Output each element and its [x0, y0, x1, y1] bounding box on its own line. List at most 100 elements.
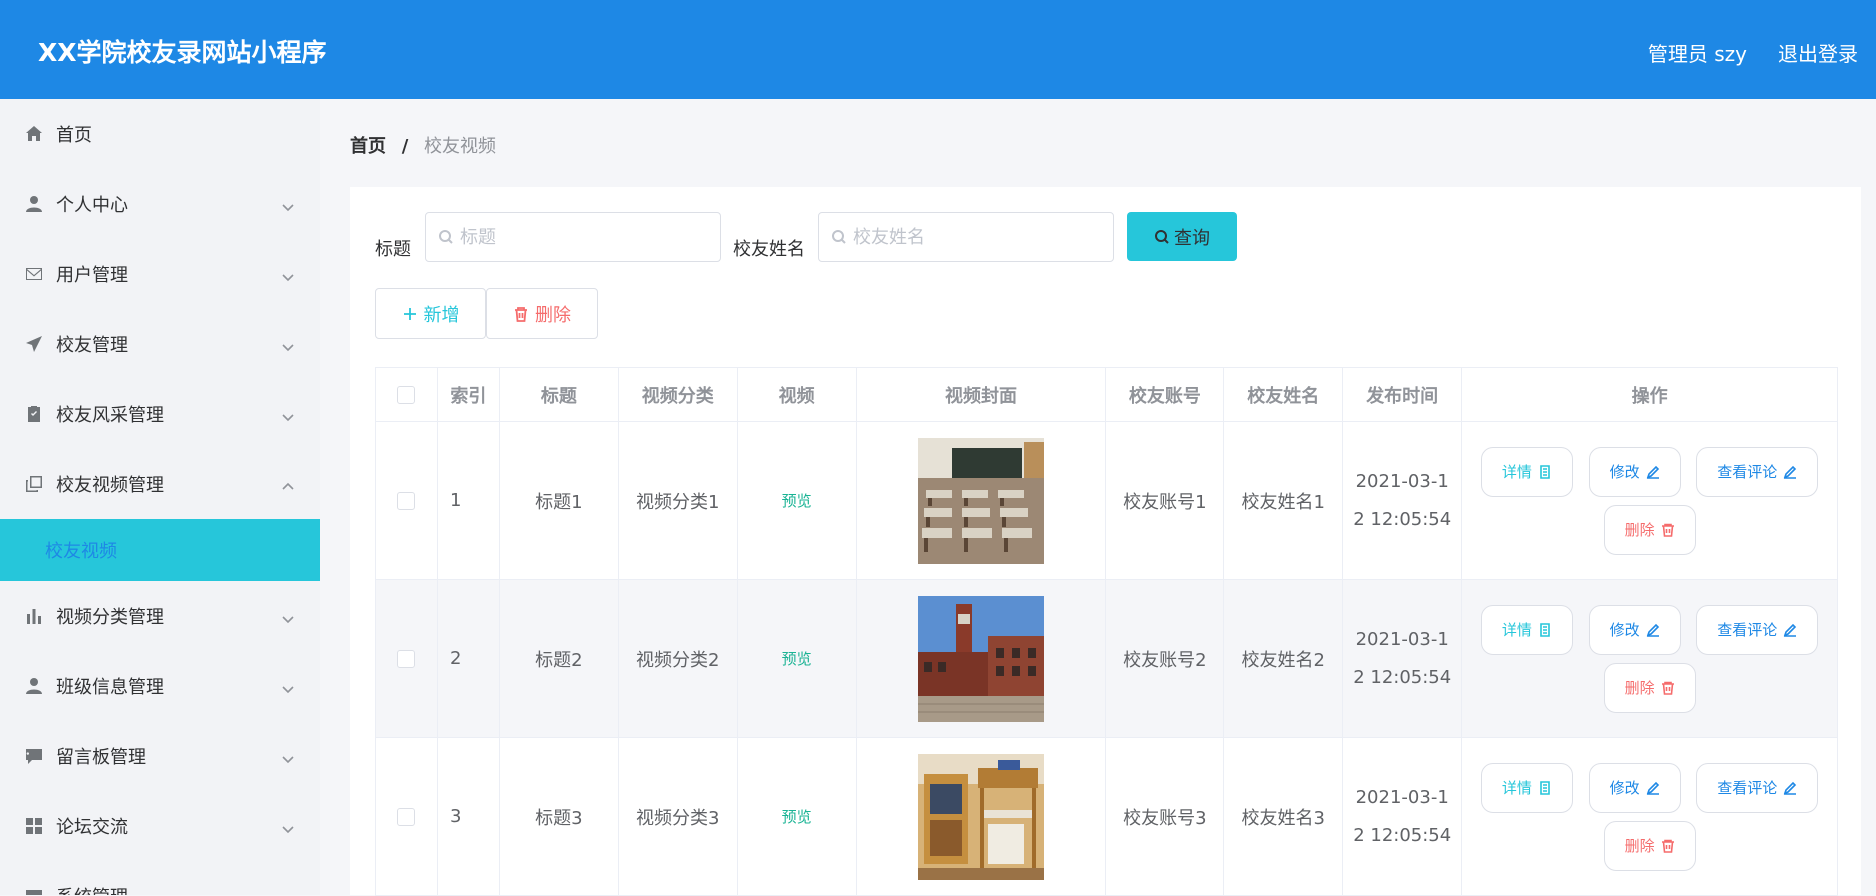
detail-button[interactable]: 详情	[1480, 762, 1573, 813]
delete-row-button[interactable]: 删除	[1603, 820, 1696, 871]
sidebar-item-personal-center[interactable]: 个人中心	[0, 169, 320, 239]
row-publish-time: 2021-03-1 2 12:05:54	[1342, 421, 1463, 580]
view-comments-button[interactable]: 查看评论	[1696, 446, 1819, 497]
settings-icon	[24, 886, 44, 895]
name-search-input[interactable]	[853, 226, 1053, 248]
column-header: 发布时间	[1342, 367, 1463, 422]
pencil-icon	[1784, 781, 1797, 795]
row-publish-time: 2021-03-1 2 12:05:54	[1342, 737, 1463, 896]
row-index: 3	[436, 737, 500, 896]
sidebar-item-label: 校友风采管理	[56, 405, 164, 426]
sidebar-subitem-alumni-video[interactable]: 校友视频	[0, 519, 320, 581]
search-icon	[832, 230, 846, 244]
sidebar-item-label: 个人中心	[56, 195, 128, 216]
row-actions: 详情 修改 查看评论 删除	[1461, 421, 1838, 580]
user-icon	[24, 194, 44, 214]
breadcrumb-home[interactable]: 首页	[350, 136, 386, 157]
sidebar-item-label: 视频分类管理	[56, 607, 164, 628]
cover-image-dormitory	[918, 753, 1044, 880]
row-cover-cell	[855, 579, 1107, 738]
logout-link[interactable]: 退出登录	[1778, 38, 1858, 67]
sidebar-item-alumni-video-management[interactable]: 校友视频管理	[0, 449, 320, 519]
delete-row-label: 删除	[1624, 521, 1655, 539]
row-account: 校友账号3	[1105, 737, 1225, 896]
video-preview-link[interactable]: 预览	[782, 492, 812, 510]
trash-icon	[1661, 681, 1674, 695]
title-search-box	[425, 212, 721, 262]
cover-image-campus-building	[918, 595, 1044, 722]
edit-button[interactable]: 修改	[1588, 762, 1681, 813]
delete-row-label: 删除	[1624, 679, 1655, 697]
sidebar-item-message-board-management[interactable]: 留言板管理	[0, 721, 320, 791]
select-all-checkbox[interactable]	[397, 386, 416, 404]
row-select-cell	[375, 737, 438, 896]
chevron-down-icon	[282, 267, 294, 282]
delete-row-button[interactable]: 删除	[1603, 662, 1696, 713]
add-button[interactable]: 新增	[375, 288, 486, 339]
sidebar-item-label: 论坛交流	[56, 817, 128, 838]
row-video-cell: 预览	[736, 579, 857, 738]
view-comments-button[interactable]: 查看评论	[1696, 604, 1819, 655]
edit-button[interactable]: 修改	[1588, 604, 1681, 655]
edit-label: 修改	[1609, 779, 1640, 797]
breadcrumb-separator: /	[401, 136, 409, 157]
name-search-box	[818, 212, 1114, 262]
row-select-cell	[375, 421, 438, 580]
publish-time-line: 2 12:05:54	[1353, 824, 1452, 846]
view-comments-button[interactable]: 查看评论	[1696, 762, 1819, 813]
sidebar-item-system-management[interactable]: 系统管理	[0, 861, 320, 895]
row-name: 校友姓名3	[1223, 737, 1344, 896]
query-button-label: 查询	[1174, 227, 1210, 249]
sidebar-item-video-category-management[interactable]: 视频分类管理	[0, 581, 320, 651]
title-search-label: 标题	[375, 239, 411, 260]
row-index: 2	[436, 579, 500, 738]
title-search-input[interactable]	[460, 226, 660, 248]
sidebar-item-class-info-management[interactable]: 班级信息管理	[0, 651, 320, 721]
row-checkbox[interactable]	[397, 492, 416, 510]
table-row: 1 标题1 视频分类1 预览 校友账号1 校友姓名1 2021-03-1 2 1…	[375, 421, 1838, 580]
send-icon	[24, 334, 44, 354]
row-name: 校友姓名2	[1223, 579, 1344, 738]
sidebar-item-user-management[interactable]: 用户管理	[0, 239, 320, 309]
detail-button[interactable]: 详情	[1480, 604, 1573, 655]
column-header: 视频分类	[617, 367, 738, 422]
row-checkbox[interactable]	[397, 808, 416, 826]
add-button-label: 新增	[423, 304, 460, 326]
edit-button[interactable]: 修改	[1588, 446, 1681, 497]
sidebar: 首页 个人中心 用户管理 校友管理 校友风采管理 校友视频管理 校友视频 视频分…	[0, 99, 320, 895]
sidebar-item-alumni-management[interactable]: 校友管理	[0, 309, 320, 379]
batch-delete-button[interactable]: 删除	[486, 288, 598, 339]
delete-row-button[interactable]: 删除	[1603, 504, 1696, 555]
row-video-cell: 预览	[736, 737, 857, 896]
sidebar-item-forum[interactable]: 论坛交流	[0, 791, 320, 861]
query-button[interactable]: 查询	[1127, 212, 1237, 261]
table-row: 2 标题2 视频分类2 预览 校友账号2 校友姓名2 2021-03-1 2 1…	[375, 579, 1838, 738]
edit-label: 修改	[1609, 621, 1640, 639]
row-actions: 详情 修改 查看评论 删除	[1461, 737, 1838, 896]
row-publish-time: 2021-03-1 2 12:05:54	[1342, 579, 1463, 738]
publish-time-line: 2 12:05:54	[1353, 508, 1452, 530]
row-category: 视频分类1	[617, 421, 738, 580]
edit-label: 修改	[1609, 463, 1640, 481]
detail-button[interactable]: 详情	[1480, 446, 1573, 497]
sidebar-item-home[interactable]: 首页	[0, 99, 320, 169]
pencil-icon	[1646, 465, 1659, 479]
row-checkbox[interactable]	[397, 650, 416, 668]
trash-icon	[515, 306, 527, 322]
row-title: 标题1	[498, 421, 619, 580]
video-preview-link[interactable]: 预览	[782, 650, 812, 668]
column-header: 校友姓名	[1223, 367, 1344, 422]
clipboard-icon	[24, 404, 44, 424]
batch-delete-button-label: 删除	[535, 304, 571, 326]
publish-time-line: 2021-03-1	[1355, 786, 1449, 808]
video-preview-link[interactable]: 预览	[782, 808, 812, 826]
sidebar-item-alumni-style-management[interactable]: 校友风采管理	[0, 379, 320, 449]
row-cover-cell	[855, 421, 1107, 580]
row-account: 校友账号1	[1105, 421, 1225, 580]
row-category: 视频分类3	[617, 737, 738, 896]
chevron-up-icon	[282, 477, 294, 490]
pencil-icon	[1784, 623, 1797, 637]
publish-time-line: 2021-03-1	[1355, 470, 1449, 492]
chevron-down-icon	[282, 889, 294, 895]
column-header: 校友账号	[1105, 367, 1225, 422]
